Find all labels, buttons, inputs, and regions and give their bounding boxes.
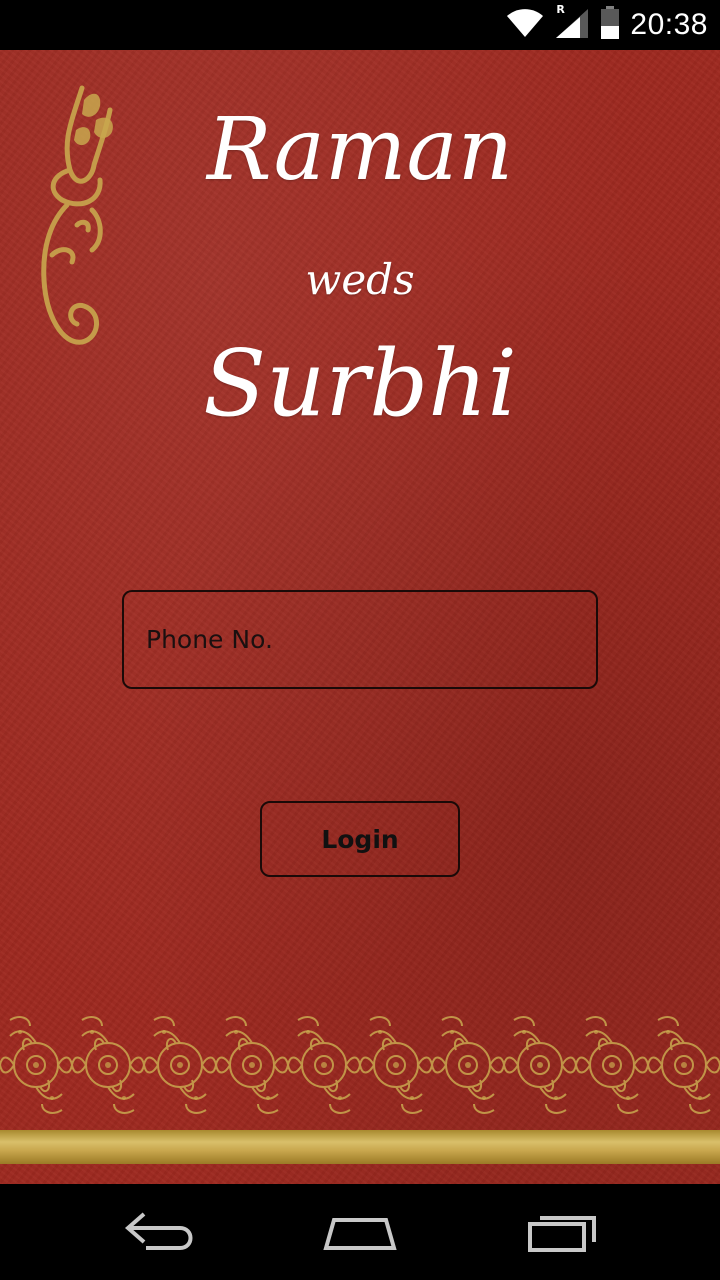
battery-icon (600, 6, 620, 44)
recent-apps-icon[interactable] (526, 1208, 598, 1258)
navigation-bar (0, 1184, 720, 1280)
back-icon[interactable] (122, 1208, 198, 1258)
roaming-indicator: R (556, 3, 565, 16)
cellular-signal-icon: R (554, 3, 590, 43)
login-screen: Raman weds Surbhi Login (0, 50, 720, 1184)
gold-border-band (0, 1130, 720, 1164)
home-icon[interactable] (320, 1208, 400, 1258)
phone-input[interactable] (122, 590, 598, 689)
status-icons: R 20:38 (506, 0, 708, 50)
wifi-icon (506, 8, 544, 42)
groom-name: Raman (206, 100, 514, 200)
clock: 20:38 (630, 8, 708, 41)
status-bar: R 20:38 (0, 0, 720, 50)
floral-border-pattern (0, 1010, 720, 1120)
bride-name: Surbhi (203, 330, 517, 437)
login-button[interactable]: Login (260, 801, 460, 877)
weds-connector: weds (305, 255, 415, 304)
